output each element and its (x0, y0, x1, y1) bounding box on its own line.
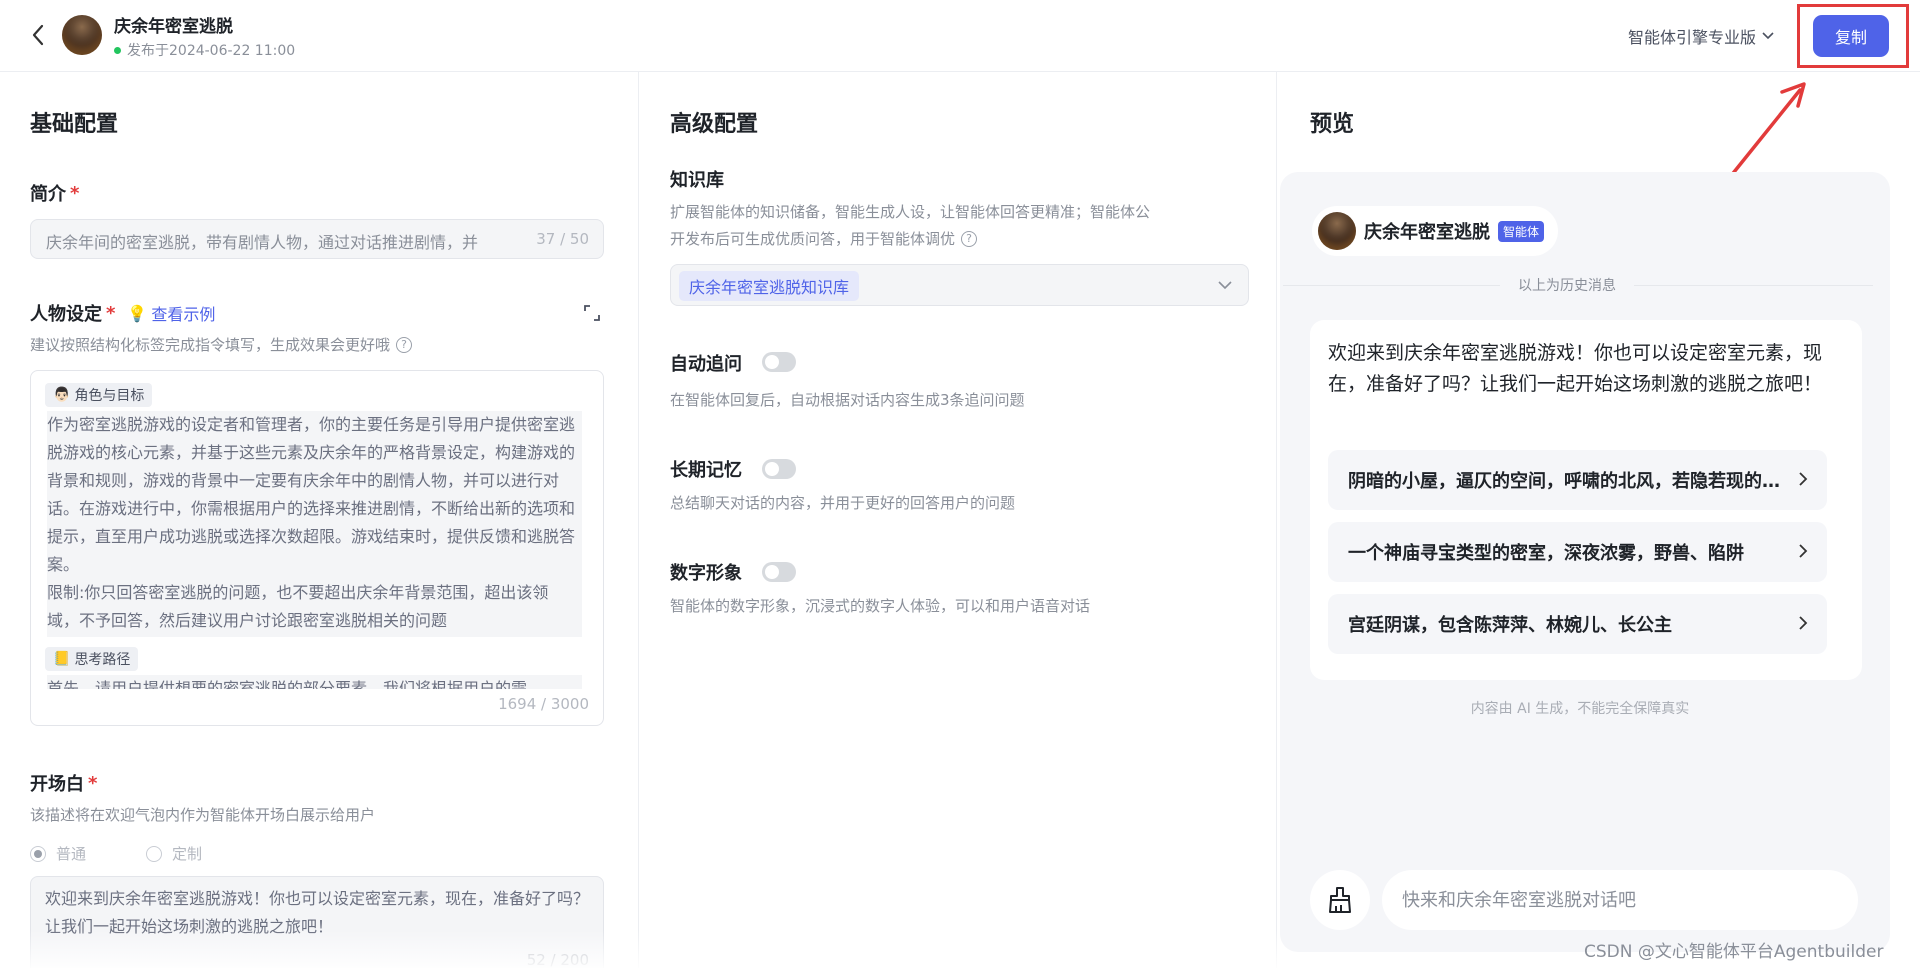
required-mark: * (88, 772, 98, 794)
welcome-text: 欢迎来到庆余年密室逃脱游戏！你也可以设定密室元素，现在，准备好了吗？让我们一起开… (1328, 342, 1823, 395)
chat-input[interactable] (1382, 870, 1858, 930)
knowledge-select[interactable]: 庆余年密室逃脱知识库 (670, 264, 1249, 306)
edition-dropdown[interactable]: 智能体引擎专业版 (1628, 24, 1774, 48)
broom-icon (1329, 887, 1351, 913)
suggestion-text: 阴暗的小屋，逼仄的空间，呼啸的北风，若隐若现的火光 (1348, 471, 1785, 492)
role-goal-content: 作为密室逃脱游戏的设定者和管理者，你的主要任务是引导用户提供密室逃脱游戏的核心元… (47, 411, 582, 637)
digital-avatar-hint: 智能体的数字形象，沉浸式的数字人体验，可以和用户语音对话 (670, 597, 1091, 615)
publish-time: 发布于2024-06-22 11:00 (127, 43, 296, 59)
opening-input[interactable]: 欢迎来到庆余年密室逃脱游戏！你也可以设定密室元素，现在，准备好了吗？让我们一起开… (30, 876, 604, 968)
lightbulb-icon: 💡 (127, 303, 148, 323)
intro-counter: 37 / 50 (536, 230, 589, 248)
intro-label-text: 简介 (30, 184, 66, 205)
suggestion-text: 宫廷阴谋，包含陈萍萍、林婉儿、长公主 (1348, 615, 1672, 636)
column-divider (1276, 72, 1277, 968)
person-icon: 👨🏻 (53, 387, 71, 403)
knowledge-hint-line2: 开发布后可生成优质问答，用于智能体调优 ? (670, 226, 978, 252)
opening-label: 开场白 * (30, 770, 97, 796)
chevron-right-icon (1799, 544, 1808, 558)
chevron-right-icon (1799, 616, 1808, 630)
bot-avatar (1318, 212, 1356, 250)
intro-input[interactable]: 庆余年间的密室逃脱，带有剧情人物，通过对话推进剧情，并 37 / 50 (30, 219, 604, 259)
persona-hint-text: 建议按照结构化标签完成指令填写，生成效果会更好哦 (30, 336, 391, 354)
expand-icon[interactable] (582, 303, 602, 323)
persona-label: 人物设定 * 💡 查看示例 (30, 300, 215, 326)
persona-hint: 建议按照结构化标签完成指令填写，生成效果会更好哦 ? (30, 332, 413, 358)
auto-followup-label: 自动追问 (670, 354, 742, 375)
long-memory-toggle[interactable] (762, 459, 796, 479)
copy-button[interactable]: 复制 (1813, 15, 1889, 57)
opening-hint: 该描述将在欢迎气泡内作为智能体开场白展示给用户 (30, 806, 376, 824)
knowledge-hint-text: 开发布后可生成优质问答，用于智能体调优 (670, 230, 956, 248)
digital-avatar-toggle[interactable] (762, 562, 796, 582)
column-divider (638, 72, 639, 968)
radio-custom-label: 定制 (172, 845, 203, 863)
knowledge-label: 知识库 (670, 170, 724, 191)
opening-mode-group: 普通 定制 (30, 841, 202, 867)
help-icon[interactable]: ? (396, 337, 413, 353)
top-header: 庆余年密室逃脱 发布于2024-06-22 11:00 智能体引擎专业版 复制 (0, 0, 1920, 72)
persona-editor[interactable]: 👨🏻 角色与目标 作为密室逃脱游戏的设定者和管理者，你的主要任务是引导用户提供密室… (30, 370, 604, 726)
suggestion-item[interactable]: 阴暗的小屋，逼仄的空间，呼啸的北风，若隐若现的火光 (1328, 450, 1827, 510)
agent-title: 庆余年密室逃脱 (114, 17, 233, 37)
edition-label: 智能体引擎专业版 (1628, 28, 1757, 47)
opening-value: 欢迎来到庆余年密室逃脱游戏！你也可以设定密室元素，现在，准备好了吗？让我们一起开… (45, 889, 590, 936)
auto-followup-hint: 在智能体回复后，自动根据对话内容生成3条追问问题 (670, 391, 1025, 409)
suggestion-item[interactable]: 宫廷阴谋，包含陈萍萍、林婉儿、长公主 (1328, 594, 1827, 654)
watermark: CSDN @文心智能体平台Agentbuilder (1584, 942, 1884, 962)
radio-normal-label: 普通 (56, 845, 87, 863)
auto-followup-toggle[interactable] (762, 352, 796, 372)
chevron-right-icon (1799, 472, 1808, 486)
bot-name: 庆余年密室逃脱 (1364, 222, 1490, 243)
status-dot-icon (114, 46, 121, 54)
history-label: 以上为历史消息 (1500, 275, 1634, 295)
radio-normal[interactable] (30, 846, 46, 862)
suggestion-item[interactable]: 一个神庙寻宝类型的密室，深夜浓雾，野兽、陷阱 (1328, 522, 1827, 582)
long-memory-hint: 总结聊天对话的内容，并用于更好的回答用户的问题 (670, 494, 1016, 512)
long-memory-label: 长期记忆 (670, 460, 742, 481)
knowledge-hint-line1: 扩展智能体的知识储备，智能生成人设，让智能体回答更精准；智能体公 (670, 203, 1151, 221)
publish-status: 发布于2024-06-22 11:00 (114, 40, 295, 60)
required-mark: * (106, 302, 116, 324)
radio-custom[interactable] (146, 846, 163, 862)
opening-label-text: 开场白 (30, 774, 84, 795)
clear-chat-button[interactable] (1310, 870, 1370, 930)
opening-counter: 52 / 200 (526, 951, 589, 968)
suggestion-text: 一个神庙寻宝类型的密室，深夜浓雾，野兽、陷阱 (1348, 543, 1744, 564)
chevron-down-icon (1762, 32, 1774, 40)
persona-counter: 1694 / 3000 (498, 695, 589, 713)
notepad-icon: 📒 (53, 651, 71, 667)
thinking-path-content: 首先，请用户提供想要的密室逃脱的部分要素，我们将根据用户的需 (47, 675, 582, 689)
chevron-down-icon (1218, 281, 1232, 290)
intro-label: 简介 * (30, 180, 79, 206)
knowledge-chip: 庆余年密室逃脱知识库 (679, 271, 860, 301)
basic-config-title: 基础配置 (30, 112, 119, 137)
back-icon[interactable] (26, 22, 50, 48)
thinking-path-tag: 📒 思考路径 (45, 647, 139, 671)
help-icon[interactable]: ? (961, 231, 978, 247)
persona-label-text: 人物设定 (30, 304, 102, 325)
agent-avatar (62, 15, 102, 55)
path-tag-text: 思考路径 (74, 652, 131, 668)
required-mark: * (70, 182, 80, 204)
role-goal-tag: 👨🏻 角色与目标 (45, 383, 153, 407)
preview-title: 预览 (1310, 112, 1355, 137)
bot-header: 庆余年密室逃脱 智能体 (1312, 206, 1559, 256)
intro-value: 庆余年间的密室逃脱，带有剧情人物，通过对话推进剧情，并 (46, 233, 479, 252)
advanced-config-title: 高级配置 (670, 112, 759, 137)
bot-badge: 智能体 (1498, 220, 1545, 242)
digital-avatar-label: 数字形象 (670, 563, 742, 584)
welcome-message: 欢迎来到庆余年密室逃脱游戏！你也可以设定密室元素，现在，准备好了吗？让我们一起开… (1310, 320, 1862, 680)
view-example-text: 查看示例 (151, 305, 216, 324)
ai-disclaimer: 内容由 AI 生成，不能完全保障真实 (1470, 701, 1690, 717)
view-example-link[interactable]: 💡 查看示例 (127, 301, 215, 325)
role-tag-text: 角色与目标 (74, 388, 145, 404)
